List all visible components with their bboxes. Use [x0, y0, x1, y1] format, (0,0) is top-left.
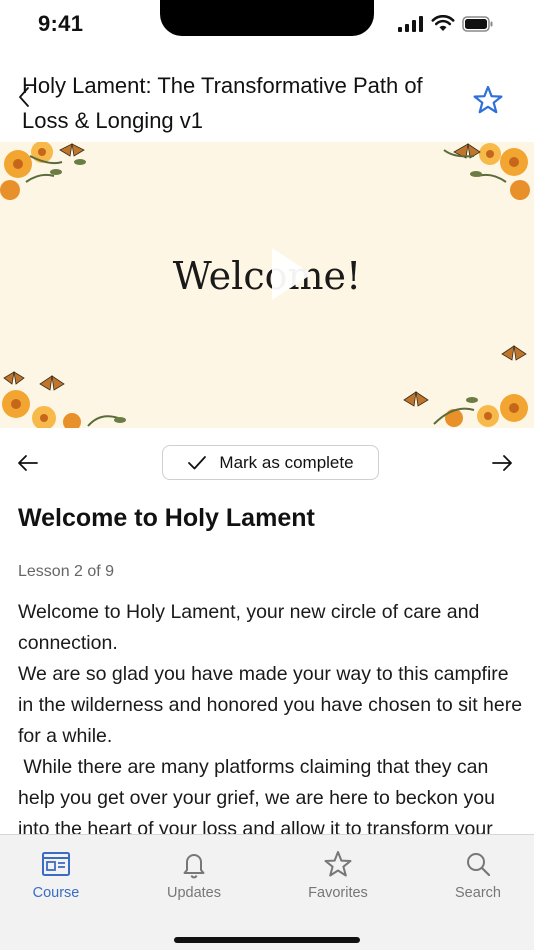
back-button[interactable] [14, 84, 36, 110]
lesson-video[interactable]: Welcome! [0, 142, 534, 428]
lesson-title: Welcome to Holy Lament [18, 504, 315, 532]
lesson-body: Welcome to Holy Lament, your new circle … [18, 597, 523, 834]
tab-course[interactable]: Course [1, 849, 111, 901]
lesson-count: Lesson 2 of 9 [18, 563, 115, 580]
tab-updates[interactable]: Updates [139, 849, 249, 901]
checkmark-icon [188, 455, 207, 469]
home-indicator[interactable] [174, 937, 360, 943]
tab-label: Search [455, 885, 501, 901]
mark-complete-button[interactable]: Mark as complete [162, 445, 379, 480]
video-title-text: Welcome! [172, 254, 362, 298]
tab-search[interactable]: Search [423, 849, 533, 901]
star-outline-icon [473, 85, 503, 114]
device-notch [160, 0, 374, 36]
status-icons [398, 15, 494, 32]
lesson-paragraph: Welcome to Holy Lament, your new circle … [18, 601, 480, 654]
page-title: Holy Lament: The Transformative Path of … [22, 73, 423, 133]
play-icon[interactable] [270, 246, 314, 302]
tab-label: Favorites [308, 885, 368, 901]
course-icon [42, 852, 70, 876]
tab-bar: Course Updates Favorites Search [0, 834, 534, 950]
lesson-header: Holy Lament: The Transformative Path of … [0, 62, 534, 142]
search-icon [467, 853, 491, 877]
tab-label: Updates [166, 885, 221, 901]
floral-decoration-top-left [0, 142, 86, 200]
wifi-icon [431, 15, 455, 31]
arrow-left-icon[interactable] [16, 451, 40, 475]
tab-favorites[interactable]: Favorites [283, 849, 393, 901]
battery-icon [462, 15, 493, 32]
lesson-paragraph: While there are many platforms claiming … [18, 756, 495, 834]
star-icon [324, 851, 352, 877]
bell-icon [183, 854, 205, 879]
chevron-left-icon [19, 87, 29, 107]
lesson-navigation: Mark as complete [0, 444, 534, 482]
status-bar: 9:41 [0, 0, 534, 50]
mark-complete-label: Mark as complete [219, 452, 354, 472]
favorite-button[interactable] [472, 84, 504, 116]
lesson-paragraph: We are so glad you have made your way to… [18, 663, 523, 747]
floral-decoration-bottom-left [2, 371, 126, 428]
arrow-right-icon[interactable] [490, 451, 514, 475]
tab-label: Course [32, 885, 80, 901]
status-time: 9:41 [38, 11, 84, 36]
floral-decoration-bottom-right [403, 345, 528, 427]
floral-decoration-top-right [443, 143, 530, 200]
signal-icon [398, 15, 423, 32]
